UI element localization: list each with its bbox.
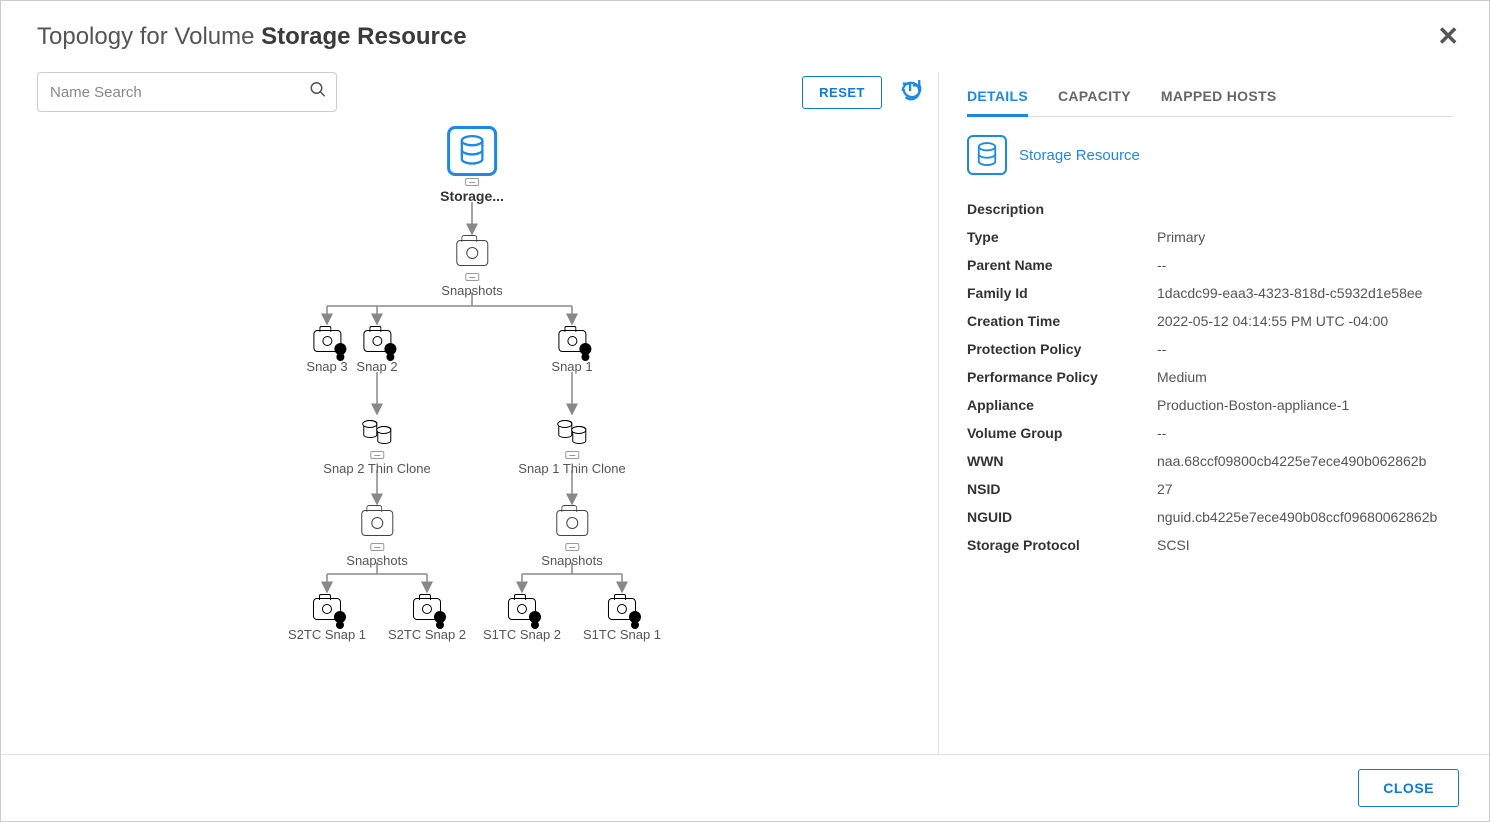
resource-heading: Storage Resource <box>967 135 1453 175</box>
label-nguid: NGUID <box>967 509 1157 525</box>
topology-canvas[interactable]: Storage... Snapshots Snap 3 Snap 2 <box>37 122 926 742</box>
refresh-button[interactable] <box>896 76 926 109</box>
topology-toolbar: RESET <box>37 72 926 112</box>
node-snapshots-folder-2[interactable]: Snapshots <box>346 510 407 568</box>
value-creation-time: 2022-05-12 04:14:55 PM UTC -04:00 <box>1157 313 1453 329</box>
label-description: Description <box>967 201 1157 217</box>
value-nsid: 27 <box>1157 481 1453 497</box>
tab-mapped-hosts[interactable]: MAPPED HOSTS <box>1161 78 1277 117</box>
name-search-input[interactable] <box>37 72 337 112</box>
label-nsid: NSID <box>967 481 1157 497</box>
label-storage-protocol: Storage Protocol <box>967 537 1157 553</box>
node-snap3[interactable]: Snap 3 <box>306 330 347 374</box>
resource-link[interactable]: Storage Resource <box>1019 147 1140 164</box>
modal-header: Topology for Volume Storage Resource ✕ <box>1 1 1489 72</box>
node-label: Snapshots <box>441 283 502 298</box>
snapshot-icon <box>363 330 391 352</box>
folder-icon <box>556 510 588 536</box>
node-s1tc-snap2[interactable]: S1TC Snap 2 <box>483 598 561 642</box>
node-snapshots-folder[interactable]: Snapshots <box>441 240 502 298</box>
value-description <box>1157 201 1453 217</box>
value-performance-policy: Medium <box>1157 369 1453 385</box>
node-s2tc-snap1[interactable]: S2TC Snap 1 <box>288 598 366 642</box>
label-wwn: WWN <box>967 453 1157 469</box>
label-creation-time: Creation Time <box>967 313 1157 329</box>
snapshot-icon <box>558 330 586 352</box>
node-s2tc-snap2[interactable]: S2TC Snap 2 <box>388 598 466 642</box>
database-icon <box>967 135 1007 175</box>
label-family-id: Family Id <box>967 285 1157 301</box>
label-type: Type <box>967 229 1157 245</box>
node-snapshots-folder-3[interactable]: Snapshots <box>541 510 602 568</box>
node-label: Snapshots <box>346 553 407 568</box>
label-volume-group: Volume Group <box>967 425 1157 441</box>
label-parent-name: Parent Name <box>967 257 1157 273</box>
refresh-icon <box>900 80 922 102</box>
value-protection-policy: -- <box>1157 341 1453 357</box>
topology-panel: RESET <box>1 72 939 754</box>
details-panel: DETAILS CAPACITY MAPPED HOSTS Storage Re… <box>939 72 1489 754</box>
snapshot-icon <box>313 598 341 620</box>
folder-icon <box>456 240 488 266</box>
label-performance-policy: Performance Policy <box>967 369 1157 385</box>
node-label: S1TC Snap 2 <box>483 627 561 642</box>
node-storage-root[interactable]: Storage... <box>440 126 504 204</box>
value-wwn: naa.68ccf09800cb4225e7ece490b062862b <box>1157 453 1453 469</box>
value-family-id: 1dacdc99-eaa3-4323-818d-c5932d1e58ee <box>1157 285 1453 301</box>
node-label: S1TC Snap 1 <box>583 627 661 642</box>
node-snap2-clone[interactable]: Snap 2 Thin Clone <box>323 420 430 476</box>
topology-modal: Topology for Volume Storage Resource ✕ R… <box>0 0 1490 822</box>
title-resource: Storage Resource <box>261 23 466 50</box>
thin-clone-icon <box>363 420 391 444</box>
thin-clone-icon <box>558 420 586 444</box>
value-appliance: Production-Boston-appliance-1 <box>1157 397 1453 413</box>
collapse-toggle[interactable] <box>370 451 384 459</box>
value-volume-group: -- <box>1157 425 1453 441</box>
value-type: Primary <box>1157 229 1453 245</box>
node-label: S2TC Snap 1 <box>288 627 366 642</box>
collapse-toggle[interactable] <box>465 273 479 281</box>
node-label: Snap 1 <box>551 359 592 374</box>
database-icon <box>447 126 497 176</box>
modal-footer: CLOSE <box>1 754 1489 821</box>
node-label: Storage... <box>440 188 504 204</box>
snapshot-icon <box>313 330 341 352</box>
node-snap2[interactable]: Snap 2 <box>356 330 397 374</box>
snapshot-icon <box>413 598 441 620</box>
node-label: Snap 2 <box>356 359 397 374</box>
node-label: Snap 1 Thin Clone <box>518 461 625 476</box>
snapshot-icon <box>608 598 636 620</box>
node-label: Snap 3 <box>306 359 347 374</box>
value-parent-name: -- <box>1157 257 1453 273</box>
collapse-toggle[interactable] <box>465 178 479 186</box>
collapse-toggle[interactable] <box>565 543 579 551</box>
node-snap1-clone[interactable]: Snap 1 Thin Clone <box>518 420 625 476</box>
label-appliance: Appliance <box>967 397 1157 413</box>
modal-title: Topology for Volume Storage Resource <box>37 23 467 51</box>
value-nguid: nguid.cb4225e7ece490b08ccf09680062862b <box>1157 509 1453 525</box>
label-protection-policy: Protection Policy <box>967 341 1157 357</box>
node-label: S2TC Snap 2 <box>388 627 466 642</box>
detail-tabs: DETAILS CAPACITY MAPPED HOSTS <box>967 78 1453 117</box>
tab-capacity[interactable]: CAPACITY <box>1058 78 1131 117</box>
folder-icon <box>361 510 393 536</box>
close-icon[interactable]: ✕ <box>1437 21 1459 52</box>
collapse-toggle[interactable] <box>565 451 579 459</box>
tab-details[interactable]: DETAILS <box>967 78 1028 117</box>
topology-connectors <box>37 122 926 742</box>
reset-button[interactable]: RESET <box>802 76 882 109</box>
snapshot-icon <box>508 598 536 620</box>
node-s1tc-snap1[interactable]: S1TC Snap 1 <box>583 598 661 642</box>
collapse-toggle[interactable] <box>370 543 384 551</box>
node-label: Snap 2 Thin Clone <box>323 461 430 476</box>
node-label: Snapshots <box>541 553 602 568</box>
node-snap1[interactable]: Snap 1 <box>551 330 592 374</box>
close-button[interactable]: CLOSE <box>1358 769 1459 807</box>
search-icon <box>309 81 327 104</box>
title-prefix: Topology for Volume <box>37 23 261 50</box>
value-storage-protocol: SCSI <box>1157 537 1453 553</box>
